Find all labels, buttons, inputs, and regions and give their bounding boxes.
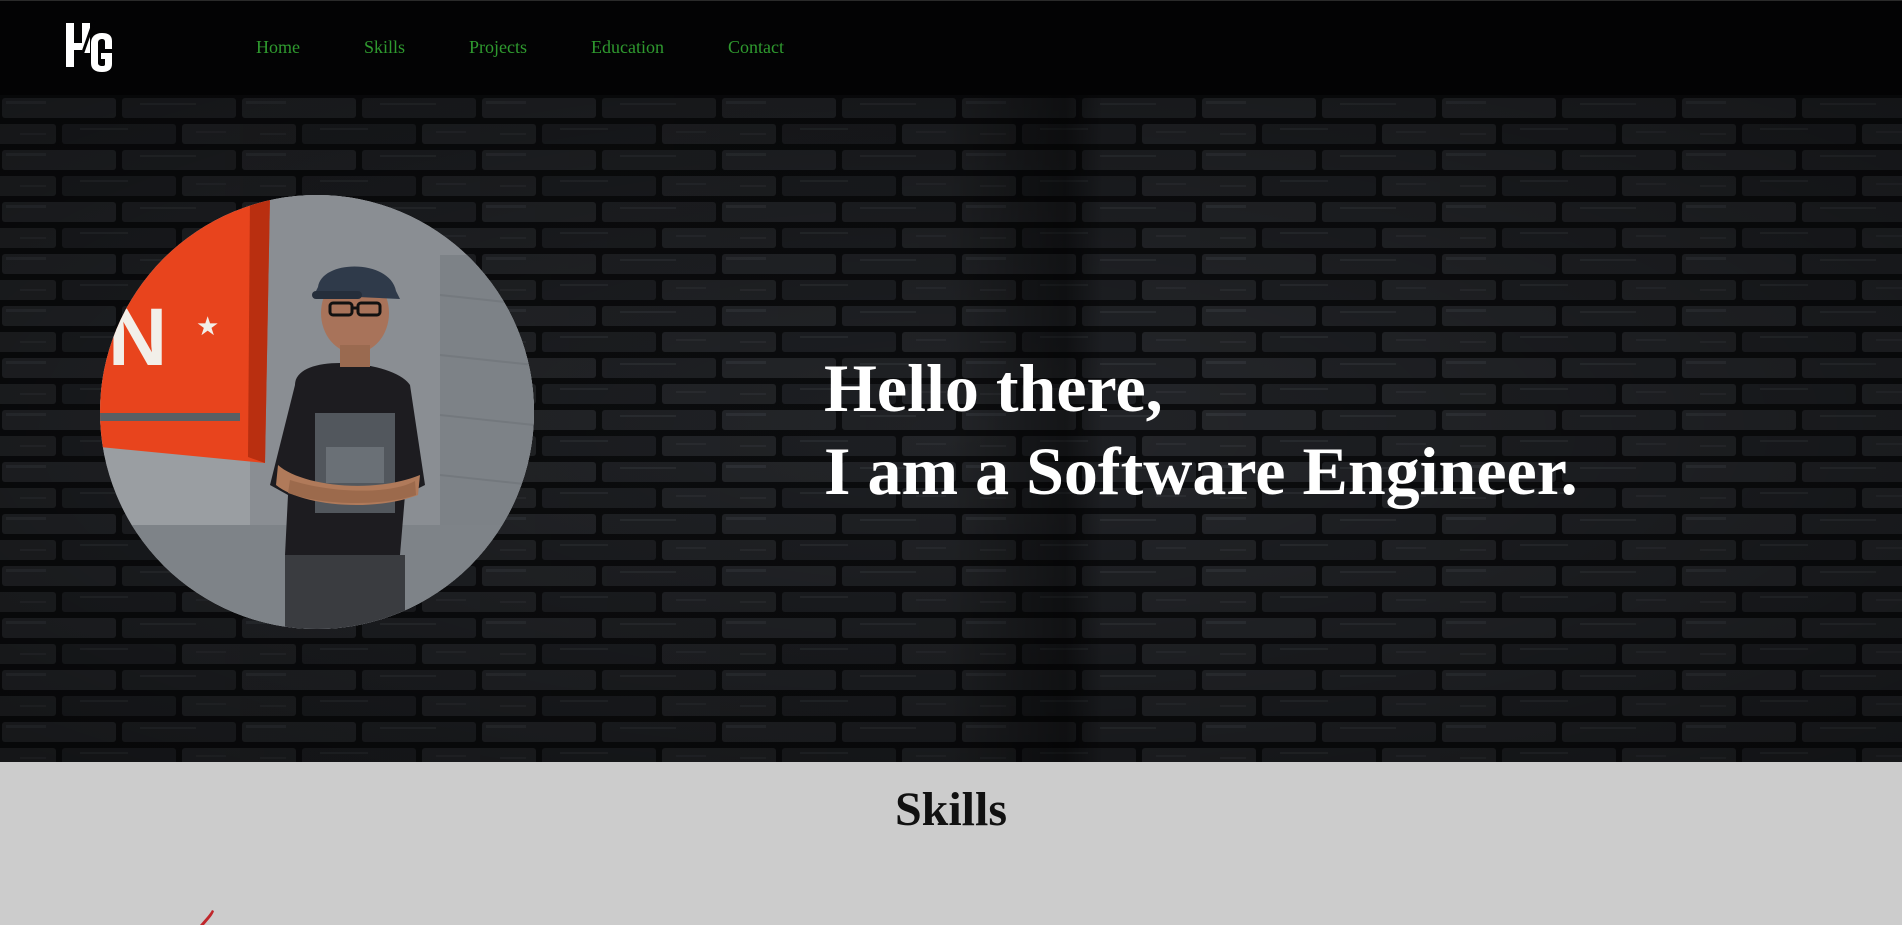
hero-heading: Hello there, I am a Software Engineer. xyxy=(824,347,1578,513)
svg-text:★: ★ xyxy=(196,312,219,342)
hg-monogram-icon xyxy=(66,20,112,72)
logo[interactable] xyxy=(64,19,116,75)
nav-contact-link[interactable]: Contact xyxy=(728,37,784,58)
hero-greeting-line2: I am a Software Engineer. xyxy=(824,433,1578,509)
navbar: Home Skills Projects Education Contact xyxy=(0,0,1902,95)
profile-photo-illustration: N ★ xyxy=(100,195,534,629)
profile-photo: N ★ xyxy=(100,195,534,629)
skill-logo-icon xyxy=(200,910,214,925)
main-nav: Home Skills Projects Education Contact xyxy=(256,37,848,58)
skills-section: Skills xyxy=(0,762,1902,925)
hero-section: N ★ Hello there, I am a Software Enginee… xyxy=(0,95,1902,762)
nav-education-link[interactable]: Education xyxy=(591,37,664,58)
hero-greeting-line1: Hello there, xyxy=(824,350,1163,426)
nav-projects-link[interactable]: Projects xyxy=(469,37,527,58)
nav-skills-link[interactable]: Skills xyxy=(364,37,405,58)
skills-title: Skills xyxy=(894,783,1008,836)
nav-home-link[interactable]: Home xyxy=(256,37,300,58)
